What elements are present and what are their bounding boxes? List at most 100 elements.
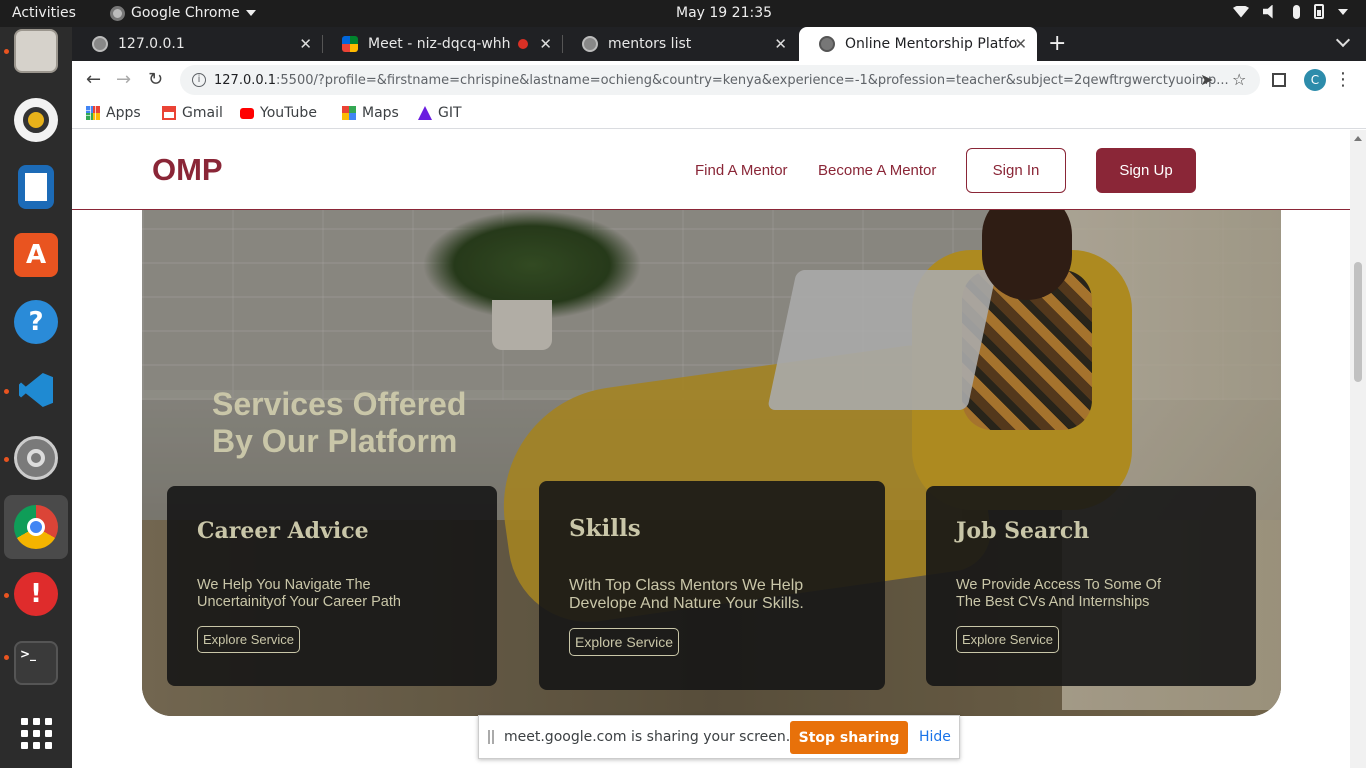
dock-update[interactable]: ! bbox=[4, 562, 68, 626]
microphone-icon bbox=[1293, 4, 1300, 19]
meet-icon bbox=[342, 36, 358, 52]
sign-up-button[interactable]: Sign Up bbox=[1096, 148, 1196, 193]
tab-title: Meet - niz-dqcq-whh bbox=[368, 36, 511, 52]
browser-toolbar: ← → ↻ i 127.0.0.1:5500/?profile=&firstna… bbox=[72, 61, 1366, 99]
youtube-icon bbox=[240, 107, 254, 119]
wifi-icon bbox=[1233, 5, 1249, 18]
bookmark-label: Gmail bbox=[182, 105, 223, 121]
close-icon[interactable]: ✕ bbox=[299, 35, 312, 53]
card-title: Skills bbox=[569, 515, 641, 542]
send-tab-icon[interactable]: ➤ bbox=[1200, 70, 1213, 89]
services-heading-line2: By Our Platform bbox=[212, 423, 458, 459]
service-card-career-advice: Career Advice We Help You Navigate The U… bbox=[167, 486, 497, 686]
side-panel-icon[interactable] bbox=[1272, 73, 1286, 87]
close-icon[interactable]: ✕ bbox=[539, 35, 552, 53]
battery-icon bbox=[1314, 4, 1324, 19]
files-icon bbox=[14, 29, 58, 73]
settings-gear-icon bbox=[14, 436, 58, 480]
tab-localhost[interactable]: 127.0.0.1 ✕ bbox=[72, 27, 322, 61]
globe-icon bbox=[819, 36, 835, 52]
bookmark-star-icon[interactable]: ☆ bbox=[1232, 70, 1246, 89]
tab-meet[interactable]: Meet - niz-dqcq-whh ✕ bbox=[322, 27, 562, 61]
terminal-icon: >_ bbox=[14, 641, 58, 685]
dock-settings[interactable] bbox=[4, 426, 68, 490]
share-message: meet.google.com is sharing your screen. bbox=[504, 729, 791, 745]
chrome-icon bbox=[14, 505, 58, 549]
card-description-line: With Top Class Mentors We Help bbox=[569, 577, 804, 594]
dock-vscode[interactable] bbox=[4, 358, 68, 422]
close-icon[interactable]: ✕ bbox=[774, 35, 787, 53]
system-top-bar: Activities Google Chrome May 19 21:35 bbox=[0, 0, 1366, 27]
service-card-job-search: Job Search We Provide Access To Some Of … bbox=[926, 486, 1256, 686]
card-description: We Provide Access To Some Of The Best CV… bbox=[956, 577, 1161, 611]
page-viewport[interactable]: OMP Find A Mentor Become A Mentor Sign I… bbox=[72, 130, 1350, 768]
profile-avatar[interactable]: C bbox=[1304, 69, 1326, 91]
services-heading-line1: Services Offered bbox=[212, 386, 467, 422]
back-button[interactable]: ← bbox=[86, 69, 101, 90]
explore-service-button[interactable]: Explore Service bbox=[197, 626, 301, 653]
info-icon[interactable]: i bbox=[192, 73, 206, 87]
bookmark-apps[interactable]: Apps bbox=[86, 105, 141, 121]
bookmark-label: Apps bbox=[106, 105, 141, 121]
page-scrollbar[interactable] bbox=[1350, 130, 1366, 768]
dock-writer[interactable] bbox=[4, 155, 68, 219]
scrollbar-thumb[interactable] bbox=[1354, 262, 1362, 382]
sign-in-button[interactable]: Sign In bbox=[966, 148, 1066, 193]
system-tray[interactable] bbox=[1233, 4, 1348, 19]
tab-title: Online Mentorship Platfo bbox=[845, 36, 1018, 52]
close-icon[interactable]: ✕ bbox=[1014, 35, 1027, 53]
apps-grid-icon bbox=[86, 106, 100, 120]
dock-rhythmbox[interactable] bbox=[4, 88, 68, 152]
reload-button[interactable]: ↻ bbox=[148, 69, 163, 90]
scroll-up-arrow-icon[interactable] bbox=[1354, 136, 1362, 141]
clock[interactable]: May 19 21:35 bbox=[676, 5, 772, 21]
explore-service-button[interactable]: Explore Service bbox=[569, 628, 680, 656]
drag-handle-icon[interactable] bbox=[488, 730, 494, 744]
document-writer-icon bbox=[18, 165, 54, 209]
forward-button[interactable]: → bbox=[116, 69, 131, 90]
url-path: :5500/?profile=&firstname=chrispine&last… bbox=[276, 72, 1229, 88]
service-card-skills: Skills With Top Class Mentors We Help De… bbox=[539, 481, 885, 690]
card-description-line: We Provide Access To Some Of bbox=[956, 577, 1161, 593]
card-description: We Help You Navigate The Uncertainityof … bbox=[197, 577, 401, 611]
address-bar[interactable]: i 127.0.0.1:5500/?profile=&firstname=chr… bbox=[180, 65, 1260, 95]
site-logo[interactable]: OMP bbox=[152, 152, 223, 188]
card-description-line: We Help You Navigate The bbox=[197, 577, 371, 593]
dock-software[interactable]: A bbox=[4, 223, 68, 287]
dock-files[interactable] bbox=[4, 19, 68, 83]
site-header: OMP Find A Mentor Become A Mentor Sign I… bbox=[72, 130, 1350, 210]
nav-find-mentor[interactable]: Find A Mentor bbox=[695, 162, 788, 179]
bookmark-youtube[interactable]: YouTube bbox=[240, 105, 317, 121]
stop-sharing-button[interactable]: Stop sharing bbox=[790, 721, 908, 754]
bookmark-maps[interactable]: Maps bbox=[342, 105, 399, 121]
bookmarks-bar: Apps Gmail YouTube Maps GIT bbox=[72, 99, 1366, 129]
tab-mentors-list[interactable]: mentors list ✕ bbox=[562, 27, 797, 61]
menu-kebab-icon[interactable]: ⋮ bbox=[1334, 69, 1352, 90]
maps-icon bbox=[342, 106, 356, 120]
globe-icon bbox=[92, 36, 108, 52]
new-tab-button[interactable]: + bbox=[1048, 31, 1066, 56]
url-host: 127.0.0.1 bbox=[214, 72, 277, 88]
chrome-app-icon bbox=[110, 5, 125, 21]
dock-terminal[interactable]: >_ bbox=[4, 631, 68, 695]
tab-search-icon[interactable] bbox=[1335, 32, 1351, 48]
app-menu-label: Google Chrome bbox=[131, 5, 240, 21]
screen-share-bar: meet.google.com is sharing your screen. … bbox=[478, 715, 960, 759]
recording-icon bbox=[518, 39, 528, 49]
apps-grid-icon bbox=[20, 717, 52, 749]
nav-become-mentor[interactable]: Become A Mentor bbox=[818, 162, 936, 179]
dock-chrome[interactable] bbox=[4, 495, 68, 559]
show-applications-button[interactable] bbox=[4, 701, 68, 765]
dock: A ? ! >_ bbox=[0, 27, 72, 768]
dock-help[interactable]: ? bbox=[4, 290, 68, 354]
card-description-line: The Best CVs And Internships bbox=[956, 594, 1150, 610]
app-menu[interactable]: Google Chrome bbox=[110, 5, 256, 21]
bookmark-gmail[interactable]: Gmail bbox=[162, 105, 223, 121]
card-description-line: Uncertainityof Your Career Path bbox=[197, 594, 401, 610]
bookmark-git[interactable]: GIT bbox=[418, 105, 462, 121]
music-player-icon bbox=[14, 98, 58, 142]
hide-button[interactable]: Hide bbox=[919, 729, 951, 745]
explore-service-button[interactable]: Explore Service bbox=[956, 626, 1060, 653]
tab-online-mentorship[interactable]: Online Mentorship Platfo ✕ bbox=[799, 27, 1037, 61]
bookmark-label: Maps bbox=[362, 105, 399, 121]
